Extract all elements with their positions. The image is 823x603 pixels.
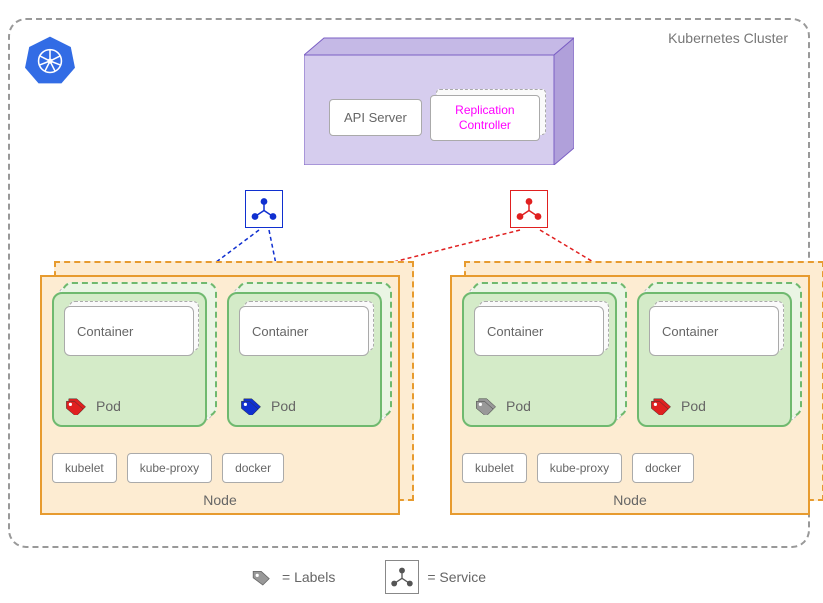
pod-label: Pod — [271, 398, 296, 414]
tag-icon — [250, 568, 274, 586]
replication-controller-stack: Replication Controller — [430, 95, 540, 141]
cluster-title: Kubernetes Cluster — [668, 30, 788, 46]
service-icon — [514, 194, 544, 224]
node-component: kube-proxy — [537, 453, 622, 483]
container-label: Container — [474, 306, 604, 356]
service-icon — [249, 194, 279, 224]
pod-label: Pod — [96, 398, 121, 414]
legend-service: = Service — [385, 560, 486, 594]
tag-icon — [474, 397, 498, 415]
tag-icon — [239, 397, 263, 415]
container-label: Container — [239, 306, 369, 356]
service-icon — [389, 564, 415, 590]
container-stack: Container — [64, 306, 194, 356]
container-label: Container — [64, 306, 194, 356]
node-component: kubelet — [462, 453, 527, 483]
legend-labels: = Labels — [250, 568, 335, 586]
node-component: docker — [222, 453, 284, 483]
tag-icon — [64, 397, 88, 415]
tag-icon — [649, 397, 673, 415]
container-stack: Container — [649, 306, 779, 356]
api-server-box: API Server — [329, 99, 422, 136]
node-2: Container Pod Container Pod kubelet kube-pro… — [450, 275, 810, 515]
legend: = Labels = Service — [250, 560, 486, 594]
pod: Container Pod — [462, 292, 617, 427]
pod-label: Pod — [506, 398, 531, 414]
cluster-boundary: Kubernetes Cluster Kubernetes Master — [8, 18, 810, 548]
node-label: Node — [42, 492, 398, 508]
container-stack: Container — [239, 306, 369, 356]
service-blue — [245, 190, 283, 228]
pod: Container Pod — [637, 292, 792, 427]
node-component: docker — [632, 453, 694, 483]
legend-service-text: = Service — [427, 569, 486, 585]
container-stack: Container — [474, 306, 604, 356]
pod-label: Pod — [681, 398, 706, 414]
pod: Container Pod — [227, 292, 382, 427]
node-label: Node — [452, 492, 808, 508]
replication-controller-label: Replication Controller — [430, 95, 540, 141]
legend-labels-text: = Labels — [282, 569, 335, 585]
container-label: Container — [649, 306, 779, 356]
pod: Container Pod — [52, 292, 207, 427]
kubernetes-logo-icon — [24, 34, 76, 86]
node-component: kube-proxy — [127, 453, 212, 483]
node-component: kubelet — [52, 453, 117, 483]
node-1: Container Pod Container Pod kubelet kube-pro… — [40, 275, 400, 515]
service-red — [510, 190, 548, 228]
kubernetes-master: Kubernetes Master API Server Replication… — [304, 30, 574, 165]
